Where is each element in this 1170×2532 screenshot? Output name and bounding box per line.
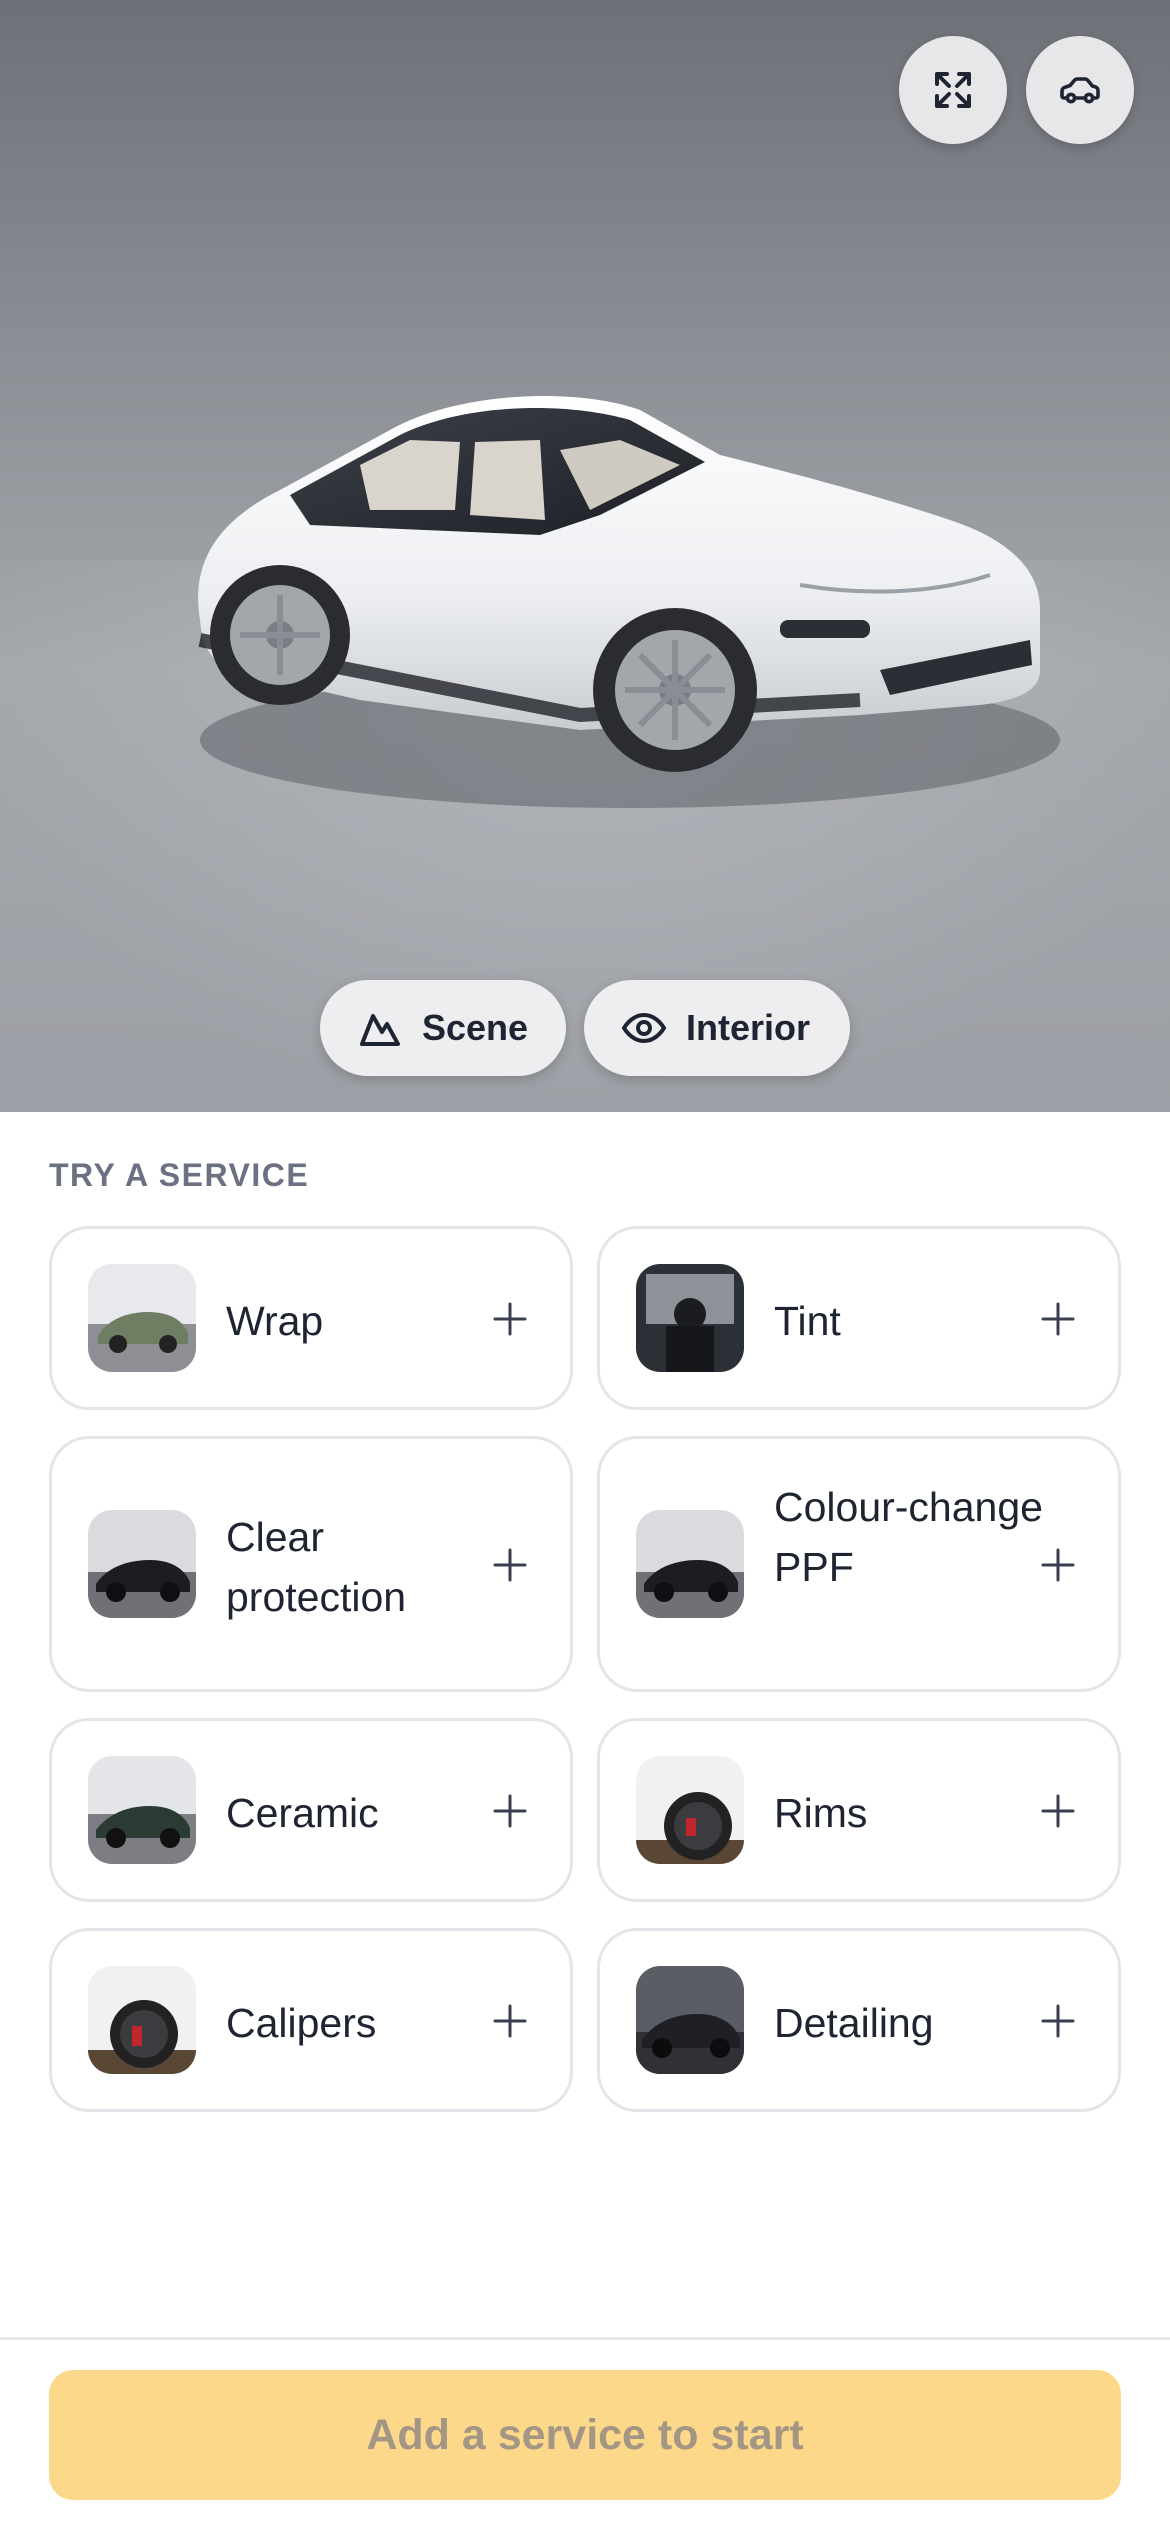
service-thumbnail bbox=[636, 1264, 744, 1372]
service-thumbnail bbox=[88, 1264, 196, 1372]
car-model[interactable] bbox=[160, 370, 1080, 830]
plus-icon bbox=[1038, 2001, 1078, 2041]
service-label: Tint bbox=[774, 1298, 841, 1344]
service-label: Wrap bbox=[226, 1298, 324, 1344]
footer-divider bbox=[0, 2337, 1170, 2340]
plus-icon bbox=[490, 2001, 530, 2041]
plus-icon bbox=[1038, 1299, 1078, 1339]
add-service-button[interactable]: Add a service to start bbox=[49, 2370, 1121, 2500]
mountain-icon bbox=[360, 1014, 400, 1046]
change-vehicle-button[interactable] bbox=[1026, 36, 1134, 144]
service-thumbnail bbox=[636, 1510, 744, 1618]
plus-icon bbox=[490, 1299, 530, 1339]
service-thumbnail bbox=[88, 1510, 196, 1618]
service-thumbnail bbox=[636, 1756, 744, 1864]
service-label: Clear protection bbox=[226, 1514, 407, 1620]
scene-label: Scene bbox=[422, 1007, 529, 1048]
service-card-colour-change-ppf[interactable]: Colour-change PPF bbox=[597, 1436, 1121, 1692]
service-label: Calipers bbox=[226, 2000, 377, 2046]
service-card-ceramic[interactable]: Ceramic bbox=[49, 1718, 573, 1902]
service-thumbnail bbox=[88, 1756, 196, 1864]
eye-icon bbox=[621, 1012, 667, 1044]
interior-label: Interior bbox=[686, 1007, 811, 1048]
service-label: Colour-change PPF bbox=[774, 1484, 1043, 1590]
service-card-detailing[interactable]: Detailing bbox=[597, 1928, 1121, 2112]
service-card-calipers[interactable]: Calipers bbox=[49, 1928, 573, 2112]
plus-icon bbox=[490, 1791, 530, 1831]
car-3d-viewer[interactable]: Scene Interior bbox=[0, 0, 1170, 1112]
service-label: Ceramic bbox=[226, 1790, 379, 1836]
plus-icon bbox=[1038, 1545, 1078, 1585]
scene-button[interactable]: Scene bbox=[320, 980, 566, 1076]
interior-button[interactable]: Interior bbox=[584, 980, 850, 1076]
service-label: Detailing bbox=[774, 2000, 934, 2046]
section-title: TRY A SERVICE bbox=[49, 1157, 310, 1193]
service-thumbnail bbox=[88, 1966, 196, 2074]
car-icon bbox=[1060, 77, 1100, 104]
expand-arrows-icon bbox=[935, 72, 971, 108]
fullscreen-button[interactable] bbox=[899, 36, 1007, 144]
service-card-clear-protection[interactable]: Clear protection bbox=[49, 1436, 573, 1692]
plus-icon bbox=[490, 1545, 530, 1585]
plus-icon bbox=[1038, 1791, 1078, 1831]
service-card-wrap[interactable]: Wrap bbox=[49, 1226, 573, 1410]
service-card-tint[interactable]: Tint bbox=[597, 1226, 1121, 1410]
service-thumbnail bbox=[636, 1966, 744, 2074]
service-card-rims[interactable]: Rims bbox=[597, 1718, 1121, 1902]
service-label: Rims bbox=[774, 1790, 868, 1836]
